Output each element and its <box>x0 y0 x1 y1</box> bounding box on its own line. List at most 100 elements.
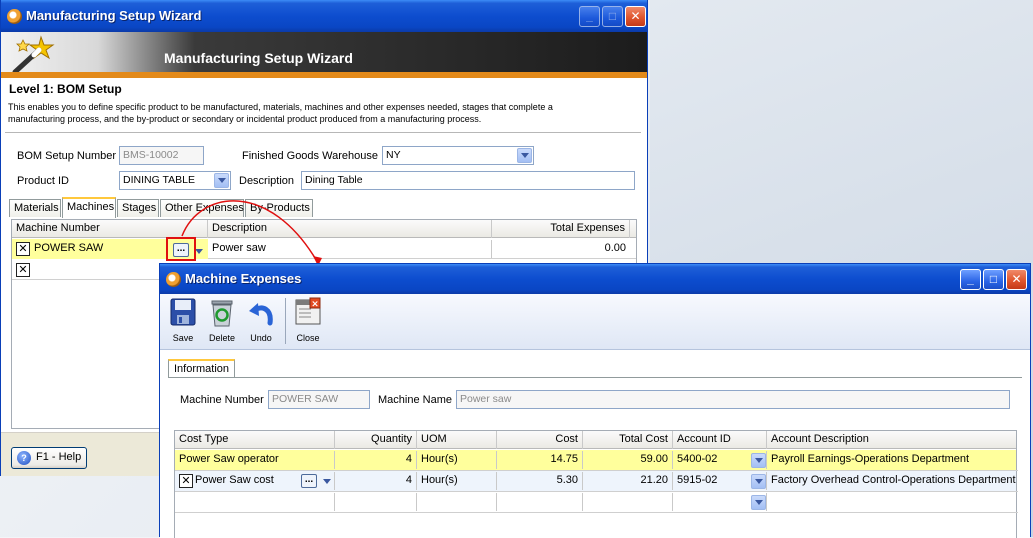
minimize-button[interactable]: _ <box>960 269 981 290</box>
row-divider <box>175 512 1018 513</box>
maximize-button[interactable]: □ <box>983 269 1004 290</box>
tab-machines[interactable]: Machines <box>62 197 116 218</box>
table-row[interactable]: Power Saw operator 4 Hour(s) 14.75 59.00… <box>175 450 1016 470</box>
machine-name-field[interactable]: Power saw <box>456 390 1010 409</box>
bom-setup-number-field[interactable]: BMS-10002 <box>119 146 204 165</box>
row-divider <box>175 491 1018 492</box>
tab-divider <box>168 377 1022 378</box>
machine-number-cell[interactable]: POWER SAW <box>30 240 170 258</box>
help-button[interactable]: ? F1 - Help <box>11 447 87 469</box>
table-row-new[interactable] <box>175 492 1016 512</box>
machine-number-value: POWER SAW <box>272 393 339 405</box>
magic-wand-icon <box>12 35 55 74</box>
save-label: Save <box>172 333 194 343</box>
chevron-down-icon[interactable] <box>517 148 532 163</box>
total-expenses-cell: 0.00 <box>604 242 626 254</box>
callout-highlight <box>166 237 196 261</box>
column-header-cost[interactable]: Cost <box>497 431 583 449</box>
banner-title: Manufacturing Setup Wizard <box>164 50 353 66</box>
machine-description-cell[interactable]: Power saw <box>208 240 492 258</box>
finished-goods-warehouse-select[interactable]: NY <box>382 146 534 165</box>
save-icon <box>170 298 196 326</box>
table-row[interactable]: ✕ Power Saw cost ... 4 Hour(s) 5.30 21.2… <box>175 471 1016 491</box>
app-icon <box>7 9 22 24</box>
chevron-down-icon[interactable] <box>214 173 229 188</box>
machine-number-label: Machine Number <box>180 394 264 406</box>
account-description-cell: Factory Overhead Control-Operations Depa… <box>771 474 1016 486</box>
delete-label: Delete <box>208 333 235 343</box>
help-icon: ? <box>17 451 31 465</box>
undo-button[interactable]: Undo <box>244 297 278 343</box>
machine-number-field[interactable]: POWER SAW <box>268 390 370 409</box>
total-cost-cell: 59.00 <box>583 451 673 469</box>
expenses-titlebar[interactable]: Machine Expenses _ □ ✕ <box>160 264 1030 294</box>
tab-by-products[interactable]: By-Products <box>245 199 313 217</box>
column-header-machine-number[interactable]: Machine Number <box>12 220 208 238</box>
empty-cell[interactable] <box>175 493 335 511</box>
chevron-down-icon[interactable] <box>751 495 766 510</box>
description-field[interactable]: Dining Table <box>301 171 635 190</box>
quantity-cell[interactable]: 4 <box>335 472 417 490</box>
close-toolbar-button[interactable]: × Close <box>290 297 326 343</box>
row-divider <box>175 470 1018 471</box>
recycle-bin-icon <box>211 300 233 327</box>
machine-expenses-window: Machine Expenses _ □ ✕ Save Delete Undo … <box>159 263 1031 538</box>
minimize-button[interactable]: _ <box>579 6 600 27</box>
quantity-cell[interactable]: 4 <box>335 451 417 469</box>
empty-cell[interactable] <box>417 493 497 511</box>
close-button[interactable]: ✕ <box>1006 269 1027 290</box>
expenses-body: Information Machine Number POWER SAW Mac… <box>160 350 1030 538</box>
expenses-toolbar: Save Delete Undo × Close <box>160 294 1030 350</box>
chevron-down-icon[interactable] <box>320 474 333 488</box>
tab-information[interactable]: Information <box>168 359 236 378</box>
delete-button[interactable]: Delete <box>204 297 240 343</box>
toolbar-separator <box>285 298 286 344</box>
wizard-titlebar[interactable]: Manufacturing Setup Wizard _ □ ✕ <box>1 0 647 32</box>
level-description: This enables you to define specific prod… <box>8 102 553 124</box>
tab-other-expenses[interactable]: Other Expenses <box>160 199 244 217</box>
svg-text:×: × <box>311 300 319 310</box>
account-description-cell: Payroll Earnings-Operations Department <box>771 453 970 465</box>
bom-setup-number-value: BMS-10002 <box>123 149 179 161</box>
cost-cell[interactable]: 5.30 <box>497 472 583 490</box>
column-header-account-description[interactable]: Account Description <box>767 431 1016 449</box>
save-button[interactable]: Save <box>166 297 200 343</box>
column-header-cost-type[interactable]: Cost Type <box>175 431 335 449</box>
chevron-down-icon[interactable] <box>751 453 766 468</box>
close-button[interactable]: ✕ <box>625 6 646 27</box>
cost-type-cell[interactable]: Power Saw operator <box>175 451 335 469</box>
close-window-icon: × <box>295 297 321 325</box>
maximize-button[interactable]: □ <box>602 6 623 27</box>
machine-name-label: Machine Name <box>378 394 452 406</box>
undo-label: Undo <box>250 333 272 343</box>
column-header-quantity[interactable]: Quantity <box>335 431 417 449</box>
bom-setup-number-label: BOM Setup Number <box>17 150 117 162</box>
delete-row-icon[interactable]: ✕ <box>16 263 30 277</box>
total-cost-cell: 21.20 <box>583 472 673 490</box>
expenses-window-title: Machine Expenses <box>185 271 302 286</box>
empty-cell[interactable] <box>497 493 583 511</box>
divider <box>5 132 641 133</box>
column-header-total-cost[interactable]: Total Cost <box>583 431 673 449</box>
product-id-label: Product ID <box>17 175 69 187</box>
description-label: Description <box>239 175 295 187</box>
table-row-details: Power saw 0.00 <box>208 239 636 259</box>
empty-cell[interactable] <box>335 493 417 511</box>
machine-name-value: Power saw <box>460 393 512 405</box>
column-header-description[interactable]: Description <box>208 220 492 238</box>
tab-materials[interactable]: Materials <box>9 199 61 217</box>
column-header-uom[interactable]: UOM <box>417 431 497 449</box>
delete-row-icon[interactable]: ✕ <box>16 242 30 256</box>
column-header-total-expenses[interactable]: Total Expenses <box>492 220 630 238</box>
ellipsis-button[interactable]: ... <box>301 474 317 488</box>
empty-cell[interactable] <box>583 493 673 511</box>
cost-cell[interactable]: 14.75 <box>497 451 583 469</box>
uom-cell[interactable]: Hour(s) <box>417 472 497 490</box>
uom-cell[interactable]: Hour(s) <box>417 451 497 469</box>
machines-grid-header: Machine Number Description Total Expense… <box>12 220 636 238</box>
chevron-down-icon[interactable] <box>751 474 766 489</box>
tab-stages[interactable]: Stages <box>117 199 159 217</box>
finished-goods-warehouse-label: Finished Goods Warehouse <box>242 150 378 162</box>
product-id-select[interactable]: DINING TABLE <box>119 171 231 190</box>
column-header-account-id[interactable]: Account ID <box>673 431 767 449</box>
